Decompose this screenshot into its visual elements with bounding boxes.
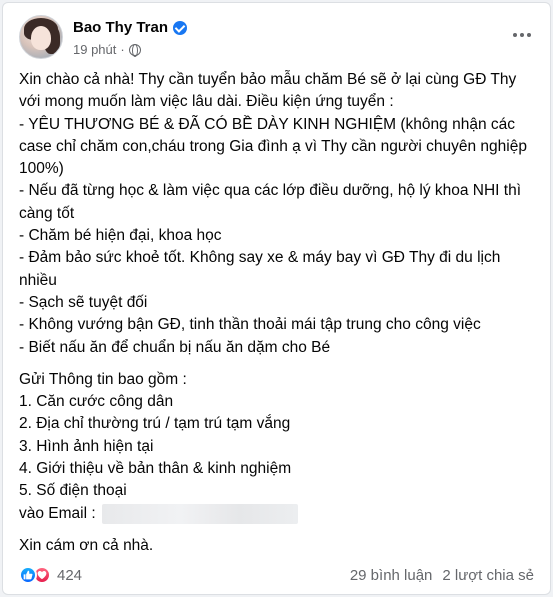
info-item: 5. Số điện thoại bbox=[19, 482, 127, 500]
info-item: 4. Giới thiệu về bản thân & kinh nghiệm bbox=[19, 460, 292, 478]
closing-line: Xin cám ơn cả nhà. bbox=[19, 536, 154, 554]
comment-count[interactable]: 29 bình luận bbox=[350, 567, 433, 584]
engagement-stats: 29 bình luận 2 lượt chia sẻ bbox=[350, 567, 534, 584]
meta-separator: · bbox=[120, 42, 125, 57]
post-card: Bao Thy Tran 19 phút · Xin chào cả nhà! … bbox=[2, 2, 551, 595]
author-name[interactable]: Bao Thy Tran bbox=[73, 19, 168, 36]
post-body: Xin chào cả nhà! Thy cần tuyển bảo mẫu c… bbox=[19, 69, 536, 557]
share-count[interactable]: 2 lượt chia sẻ bbox=[442, 567, 534, 584]
verified-badge-icon bbox=[173, 20, 188, 35]
more-options-button[interactable] bbox=[510, 23, 534, 47]
email-row: vào Email : bbox=[19, 503, 536, 525]
post-line: Xin chào cả nhà! Thy cần tuyển bảo mẫu c… bbox=[19, 71, 517, 111]
post-timestamp[interactable]: 19 phút bbox=[73, 42, 116, 57]
info-item: 2. Địa chỉ thường trú / tạm trú tạm vắng bbox=[19, 415, 291, 433]
reaction-summary[interactable]: 424 bbox=[19, 566, 82, 584]
post-line: - Chăm bé hiện đại, khoa học bbox=[19, 227, 222, 245]
email-label: vào Email : bbox=[19, 504, 96, 522]
info-heading: Gửi Thông tin bao gồm : bbox=[19, 370, 187, 388]
author-row: Bao Thy Tran bbox=[73, 19, 188, 36]
post-line: - Biết nấu ăn để chuẩn bị nấu ăn dặm cho… bbox=[19, 338, 331, 356]
post-header: Bao Thy Tran 19 phút · bbox=[19, 15, 534, 63]
reaction-count[interactable]: 424 bbox=[57, 567, 82, 584]
globe-icon[interactable] bbox=[128, 43, 141, 57]
info-item: 3. Hình ảnh hiện tại bbox=[19, 437, 154, 455]
post-line: - Nếu đã từng học & làm việc qua các lớp… bbox=[19, 182, 522, 222]
post-line: - YÊU THƯƠNG BÉ & ĐÃ CÓ BỀ DÀY KINH NGHI… bbox=[19, 115, 527, 178]
avatar[interactable] bbox=[19, 15, 63, 59]
blurred-email bbox=[101, 503, 298, 524]
post-meta: 19 phút · bbox=[73, 42, 141, 57]
like-reaction-icon bbox=[19, 566, 37, 584]
post-line: - Sạch sẽ tuyệt đối bbox=[19, 293, 148, 311]
more-horizontal-icon bbox=[513, 33, 517, 37]
post-line: - Đảm bảo sức khoẻ tốt. Không say xe & m… bbox=[19, 249, 501, 289]
post-line: - Không vướng bận GĐ, tinh thần thoải má… bbox=[19, 316, 481, 334]
post-footer: 424 29 bình luận 2 lượt chia sẻ bbox=[19, 563, 534, 587]
info-item: 1. Căn cước công dân bbox=[19, 393, 174, 411]
